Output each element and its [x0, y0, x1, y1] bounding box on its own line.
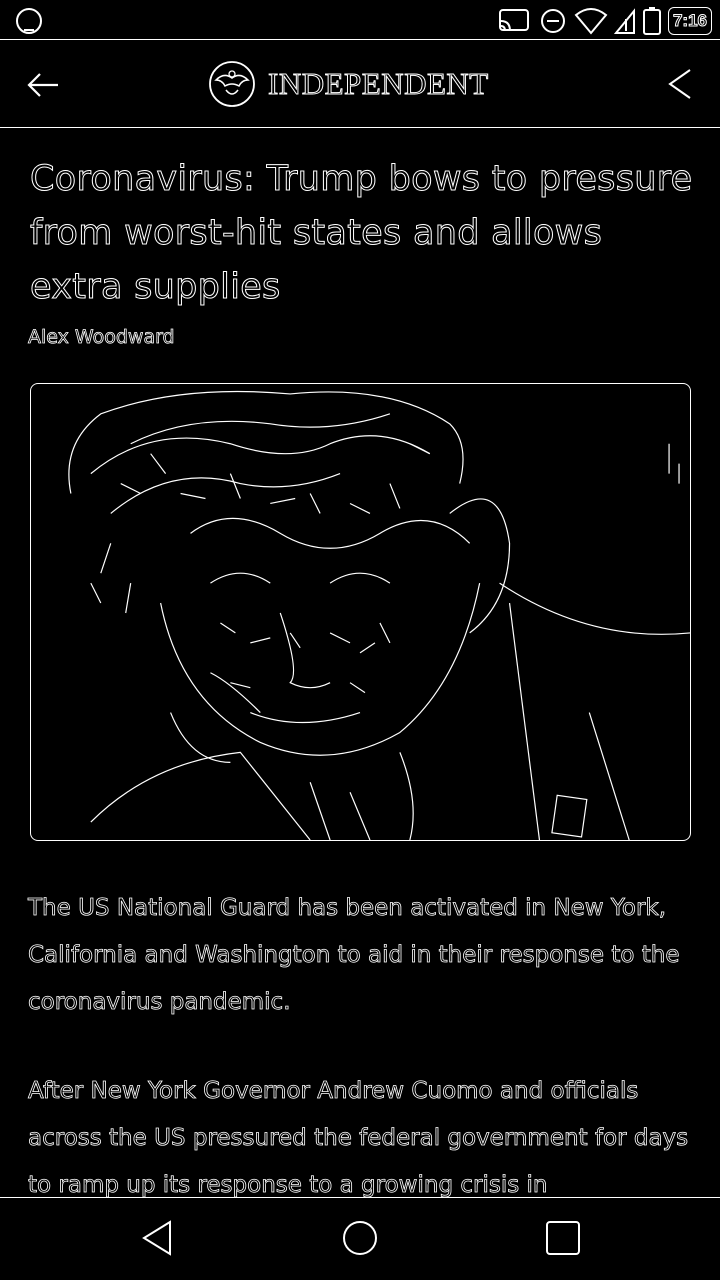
article-paragraph: The US National Guard has been activated… [28, 895, 680, 1016]
system-nav-bar [0, 1197, 720, 1280]
article-headline: Coronavirus: Trump bows to pressure from… [30, 159, 693, 308]
brand: INDEPENDENT [206, 58, 489, 110]
app-header: INDEPENDENT [0, 40, 720, 128]
alarm-icon [540, 9, 565, 33]
wifi-icon [574, 8, 608, 35]
home-circle-icon[interactable] [340, 1218, 380, 1258]
status-bar: 7:16 [0, 0, 720, 40]
cast-icon [498, 9, 529, 32]
arrow-left-icon[interactable] [26, 68, 62, 102]
recents-square-icon[interactable] [543, 1218, 583, 1258]
battery-icon [642, 7, 661, 35]
article-author[interactable]: Alex Woodward [28, 322, 175, 352]
signal-icon [613, 8, 635, 34]
share-icon[interactable] [664, 66, 696, 102]
article-scroll-area[interactable]: Coronavirus: Trump bows to pressure from… [0, 128, 720, 1199]
notification-icon [16, 8, 42, 34]
brand-name: INDEPENDENT [268, 66, 489, 102]
article-photo[interactable] [30, 383, 691, 841]
photo-edge-drawing [68, 390, 690, 840]
article-paragraph: After New York Governor Andrew Cuomo and… [28, 1078, 689, 1198]
status-icons: 7:16 [498, 6, 712, 36]
clock: 7:16 [667, 7, 712, 35]
eagle-logo-icon [209, 61, 255, 107]
back-triangle-icon[interactable] [138, 1218, 178, 1258]
